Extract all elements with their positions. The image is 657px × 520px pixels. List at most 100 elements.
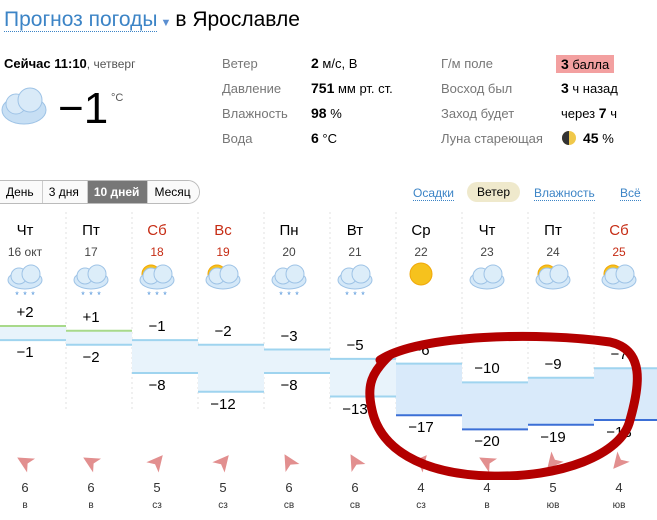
wind-direction: сз [152,500,162,511]
day-date: 24 [546,245,560,259]
wind-direction: сз [416,500,426,511]
wind-label: Ветер [222,56,258,71]
wind-arrow-icon [17,457,36,473]
tab-3-days[interactable]: 3 дня [42,181,88,203]
wind-speed: 5 [549,480,557,495]
wind-speed: 6 [87,480,95,495]
night-temperature: −8 [148,377,166,394]
wind-arrow-icon [212,455,229,473]
svg-text:*: * [353,290,357,300]
svg-text:*: * [361,290,365,300]
page-title: Прогноз погоды ▼ в Ярославле [4,8,300,32]
day-date: 22 [414,245,428,259]
now-label: Сейчас [4,56,51,71]
humidity-label: Влажность [222,106,288,121]
day-date: 20 [282,245,296,259]
sunrise-value: 3 ч назад [561,80,618,96]
wind-speed: 6 [285,480,293,495]
now-time: 11:10 [54,56,87,71]
day-date: 17 [84,245,98,259]
wind-direction: юв [546,500,560,511]
temperature-band [0,326,66,341]
temperature-band [66,330,132,345]
cloud-icon [1,87,47,125]
tab-month[interactable]: Месяц [148,181,199,203]
wind-direction: в [484,500,490,511]
sunset-label: Заход будет [441,106,515,121]
day-temperature: −2 [214,322,232,340]
day-name: Вт [346,222,364,239]
sun-icon [409,262,433,286]
day-temperature: −3 [280,327,298,345]
city-name: в Ярославле [175,8,300,31]
svg-text:*: * [279,290,283,300]
moon-label: Луна стареющая [441,131,543,146]
night-temperature: −1 [16,344,34,362]
day-date: 19 [216,245,230,259]
annotation-circle [365,331,642,480]
day-name: Ср [411,222,431,239]
day-temperature: +1 [82,308,100,326]
period-tabs: День 3 дня 10 дней Месяц [0,180,200,204]
humidity-value: 98 % [311,105,342,121]
cloud-snow-icon: * * * [271,264,307,300]
day-date: 23 [480,245,494,259]
wind-direction: в [22,500,28,511]
svg-text:*: * [81,290,85,300]
filter-humidity-link[interactable]: Влажность [534,186,595,201]
night-temperature: −8 [280,377,298,394]
filter-precip-link[interactable]: Осадки [413,186,454,201]
day-name: Чт [16,222,34,239]
filter-wind-button[interactable]: Ветер [467,182,520,202]
temperature-band [132,340,198,373]
wind-speed: 5 [153,480,161,495]
day-temperature: +2 [16,304,34,321]
geomag-label: Г/м поле [441,56,493,71]
cloud-snow-icon: * * * [7,264,43,300]
day-date: 21 [348,245,362,259]
wind-speed: 6 [351,480,359,495]
svg-text:*: * [287,290,291,300]
svg-text:*: * [163,290,167,300]
svg-text:*: * [155,290,159,300]
water-value: 6 °C [311,130,338,146]
svg-text:*: * [31,290,35,300]
day-name: Пн [279,222,299,239]
day-date: 25 [612,245,626,259]
moon-phase-icon [562,131,576,145]
moon-value: 45 % [583,130,614,146]
sunset-value: через 7 ч [561,105,617,121]
wind-speed: 4 [615,480,623,495]
day-name: Пт [82,222,100,239]
sunrise-label: Восход был [441,81,513,96]
day-date: 18 [150,245,164,259]
pressure-label: Давление [222,81,282,96]
current-time: Сейчас 11:10, четверг [4,56,135,71]
sun-cloud-icon [205,264,241,290]
wind-arrow-icon [83,457,102,473]
svg-text:*: * [89,290,93,300]
night-temperature: −2 [82,348,100,366]
day-name: Вс [214,222,232,239]
water-label: Вода [222,131,253,146]
day-name: Сб [147,222,167,239]
temperature-unit: °C [111,92,124,104]
tab-day[interactable]: День [0,181,43,203]
svg-text:*: * [147,290,151,300]
chevron-down-icon[interactable]: ▼ [160,17,171,29]
day-name: Пт [544,222,562,239]
geomag-badge: 3 балла [556,55,615,73]
temperature-band [264,349,330,373]
pressure-value: 751 мм рт. ст. [311,80,393,96]
wind-direction: юв [612,500,626,511]
current-temperature: −1 [58,84,109,133]
day-name: Чт [478,222,496,239]
svg-text:*: * [23,290,27,300]
tab-10-days[interactable]: 10 дней [87,181,149,203]
forecast-type-link[interactable]: Прогноз погоды [4,8,158,32]
day-name: Сб [609,222,629,239]
filter-all-link[interactable]: Всё [620,186,641,201]
wind-speed: 4 [417,480,425,495]
wind-direction: сз [218,500,228,511]
day-temperature: −1 [148,318,166,336]
